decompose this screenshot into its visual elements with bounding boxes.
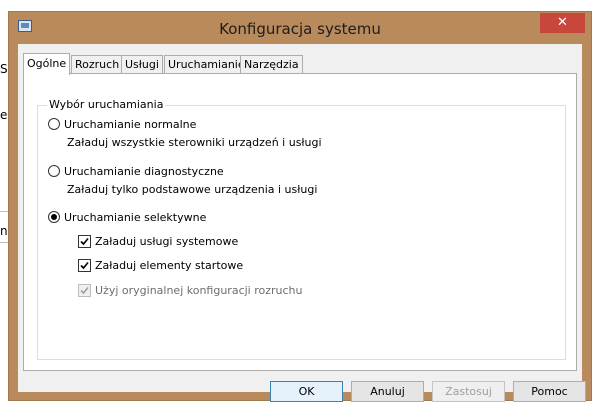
help-button[interactable]: Pomoc bbox=[513, 381, 586, 402]
checkmark-icon bbox=[80, 286, 89, 295]
radio-selective-startup-label[interactable]: Uruchamianie selektywne bbox=[64, 211, 206, 224]
radio-selective-startup[interactable] bbox=[48, 211, 60, 223]
apply-button: Zastosuj bbox=[432, 381, 505, 402]
window-title: Konfiguracja systemu bbox=[219, 20, 381, 38]
checkbox-load-startup-items[interactable] bbox=[78, 259, 91, 272]
tab-services[interactable]: Usługi bbox=[121, 55, 163, 73]
tab-startup[interactable]: Uruchamianie bbox=[164, 55, 249, 73]
checkbox-use-original-boot-config bbox=[78, 284, 91, 297]
radio-normal-startup-label[interactable]: Uruchamianie normalne bbox=[64, 118, 196, 131]
background-text-fragment: S bbox=[0, 62, 8, 76]
title-bar[interactable]: Konfiguracja systemu ✕ bbox=[9, 12, 591, 44]
diagnostic-startup-description: Załaduj tylko podstawowe urządzenia i us… bbox=[67, 183, 318, 196]
normal-startup-description: Załaduj wszystkie sterowniki urządzeń i … bbox=[67, 136, 322, 149]
cancel-button[interactable]: Anuluj bbox=[351, 381, 424, 402]
checkmark-icon bbox=[80, 261, 89, 270]
radio-diagnostic-startup-label[interactable]: Uruchamianie diagnostyczne bbox=[64, 165, 224, 178]
tab-boot[interactable]: Rozruch bbox=[71, 55, 124, 73]
group-title: Wybór uruchamiania bbox=[47, 98, 166, 111]
startup-selection-group: Wybór uruchamiania Uruchamianie normalne… bbox=[37, 98, 566, 360]
general-tab-panel: Wybór uruchamiania Uruchamianie normalne… bbox=[23, 73, 577, 371]
radio-diagnostic-startup[interactable] bbox=[48, 165, 60, 177]
radio-normal-startup[interactable] bbox=[48, 118, 60, 130]
checkbox-load-system-services-label[interactable]: Załaduj usługi systemowe bbox=[95, 235, 238, 248]
ok-button[interactable]: OK bbox=[270, 381, 343, 402]
tab-tools[interactable]: Narzędzia bbox=[240, 55, 303, 73]
system-configuration-dialog: Konfiguracja systemu ✕ Ogólne Rozruch Us… bbox=[8, 11, 592, 402]
checkbox-load-startup-items-label[interactable]: Załaduj elementy startowe bbox=[95, 259, 243, 272]
checkbox-use-original-boot-config-label: Użyj oryginalnej konfiguracji rozruchu bbox=[95, 284, 303, 297]
checkbox-load-system-services[interactable] bbox=[78, 235, 91, 248]
background-text-fragment: e bbox=[0, 108, 8, 122]
tab-general[interactable]: Ogólne bbox=[23, 53, 71, 75]
checkmark-icon bbox=[80, 237, 89, 246]
close-button[interactable]: ✕ bbox=[540, 13, 585, 33]
dialog-client-area: Ogólne Rozruch Usługi Uruchamianie Narzę… bbox=[18, 44, 586, 402]
